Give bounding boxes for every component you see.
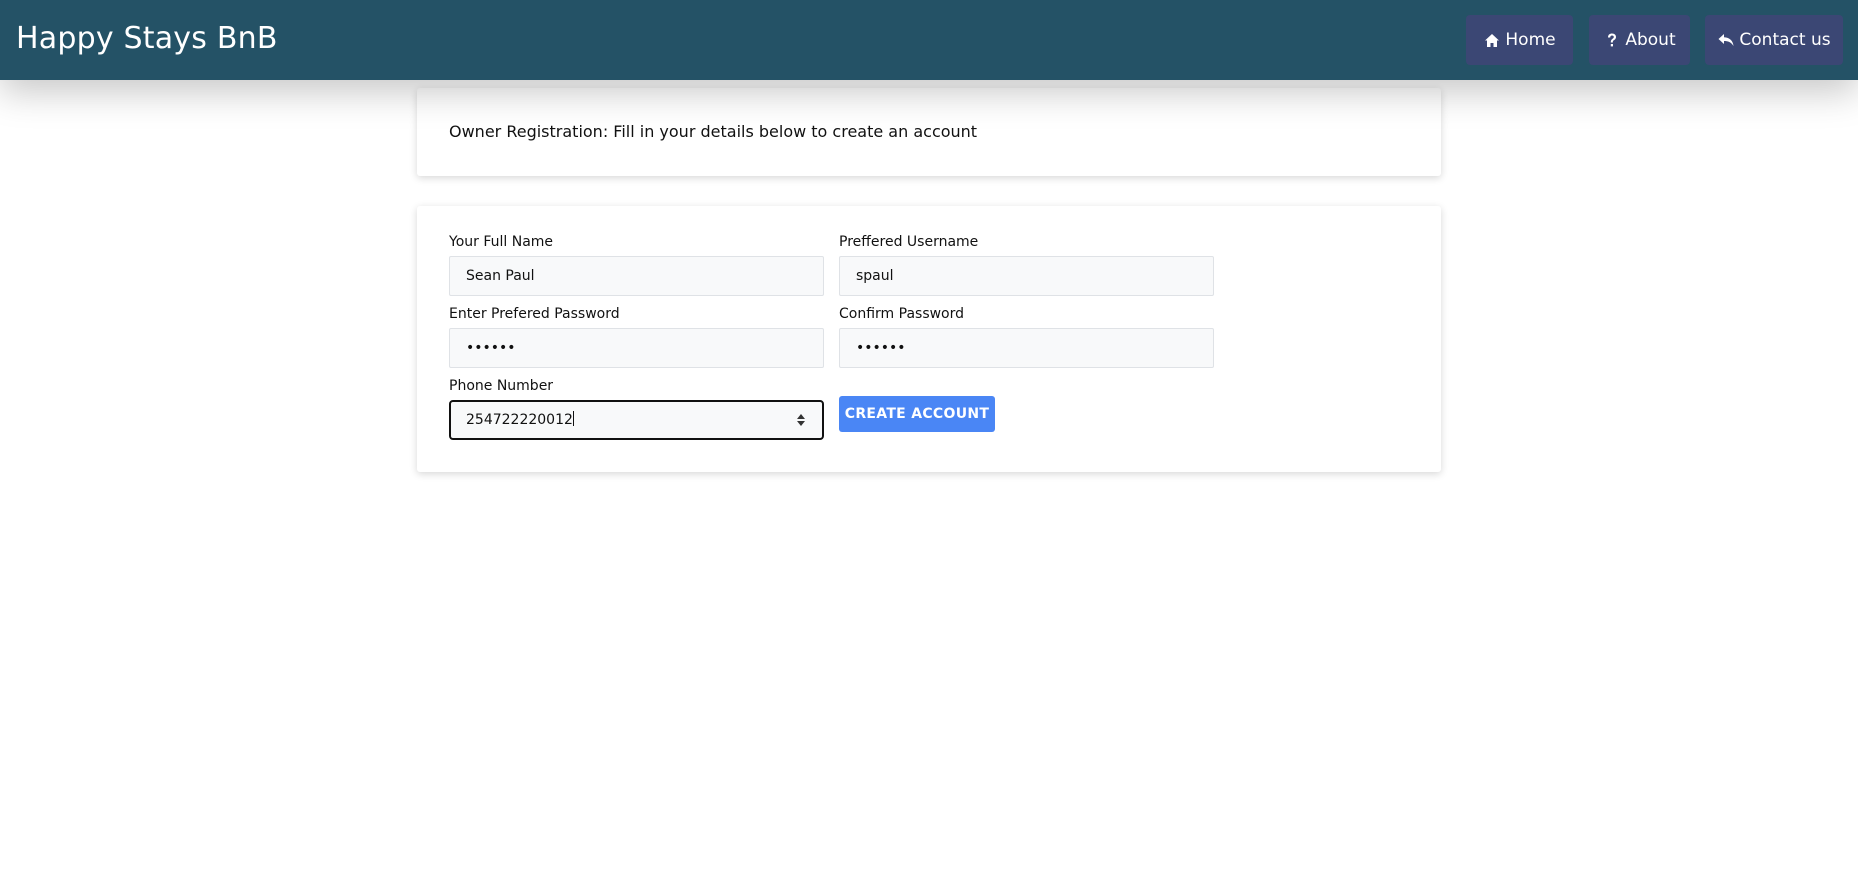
nav-home-label: Home <box>1505 30 1556 50</box>
registration-header-card: Owner Registration: Fill in your details… <box>417 88 1441 176</box>
username-input[interactable]: spaul <box>839 256 1214 296</box>
top-navbar: Happy Stays BnB Home About Contact us <box>0 0 1858 80</box>
nav-about-label: About <box>1625 30 1676 50</box>
password-label: Enter Prefered Password <box>449 306 620 322</box>
username-label: Preffered Username <box>839 234 979 250</box>
create-account-button[interactable]: CREATE ACCOUNT <box>839 396 995 432</box>
password-input[interactable]: •••••• <box>449 328 824 368</box>
phone-number-label: Phone Number <box>449 378 554 394</box>
confirm-password-input[interactable]: •••••• <box>839 328 1214 368</box>
nav-contact-label: Contact us <box>1739 30 1831 50</box>
registration-form-card: Your Full Name Sean Paul Preffered Usern… <box>417 206 1441 472</box>
brand-title[interactable]: Happy Stays BnB <box>16 19 278 59</box>
phone-number-value: 254722220012 <box>466 412 573 428</box>
reply-icon <box>1717 31 1735 49</box>
nav-contact-button[interactable]: Contact us <box>1705 15 1843 65</box>
text-cursor <box>572 411 574 426</box>
nav-about-button[interactable]: About <box>1589 15 1690 65</box>
registration-header-text: Owner Registration: Fill in your details… <box>449 122 978 141</box>
full-name-label: Your Full Name <box>449 234 554 250</box>
nav-home-button[interactable]: Home <box>1466 15 1573 65</box>
home-icon <box>1483 31 1501 49</box>
phone-number-input[interactable]: 254722220012 <box>449 400 824 440</box>
full-name-input[interactable]: Sean Paul <box>449 256 824 296</box>
confirm-password-label: Confirm Password <box>839 306 965 322</box>
question-icon <box>1603 31 1621 49</box>
number-spinner-icon[interactable] <box>796 413 806 427</box>
